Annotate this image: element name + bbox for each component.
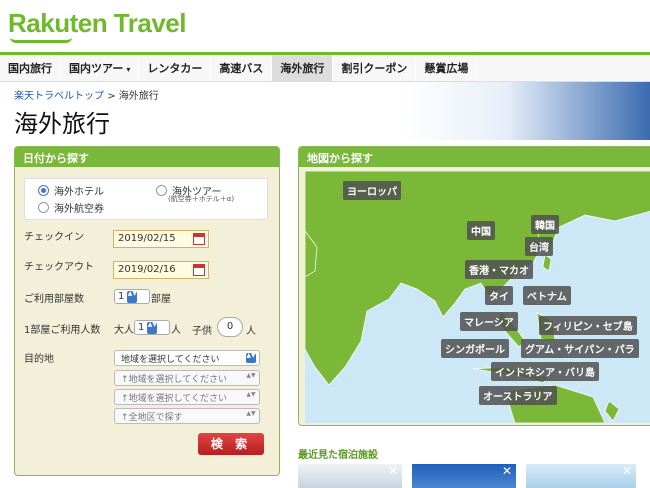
recent-hotel-thumb[interactable]: ✕ bbox=[412, 464, 516, 488]
map-label-australia[interactable]: オーストラリア bbox=[479, 386, 557, 405]
page-title: 海外旅行 bbox=[14, 110, 110, 138]
checkin-label: チェックイン bbox=[24, 232, 84, 243]
map-search-panel: 地図から探す ヨーロッパ 中国 韓国 台湾 香港・マカオ タイ ベトナム マレー… bbox=[298, 146, 650, 426]
radio-overseas-air[interactable]: 海外航空券 bbox=[38, 200, 104, 215]
breadcrumb: 楽天トラベルトップ > 海外旅行 bbox=[14, 87, 159, 102]
map-label-taiwan[interactable]: 台湾 bbox=[525, 237, 553, 256]
updown-arrow-icon: ▲▼ bbox=[246, 391, 256, 398]
nav-highway-bus[interactable]: 高速バス bbox=[211, 55, 273, 81]
map-label-philippines-cebu[interactable]: フィリピン・セブ島 bbox=[539, 316, 637, 335]
child-count-field[interactable]: 0 bbox=[217, 317, 243, 337]
guests-label: 1部屋ご利用人数 bbox=[24, 325, 101, 336]
updown-arrow-icon: ▲▼ bbox=[147, 321, 158, 334]
map-label-thailand[interactable]: タイ bbox=[485, 286, 513, 305]
calendar-icon[interactable] bbox=[193, 233, 205, 245]
rooms-select[interactable]: 1 ▲▼ bbox=[114, 289, 150, 304]
destination-select-1[interactable]: 地域を選択してください ▲▼ bbox=[114, 350, 260, 366]
adult-label: 大人 bbox=[114, 325, 134, 336]
rooms-label: ご利用部屋数 bbox=[24, 294, 84, 305]
map-label-china[interactable]: 中国 bbox=[467, 221, 495, 240]
nav-discount-coupon[interactable]: 割引クーポン bbox=[333, 55, 417, 81]
checkout-date-value: 2019/02/16 bbox=[118, 264, 176, 275]
search-button[interactable]: 検 索 bbox=[198, 433, 264, 455]
radio-overseas-hotel-label: 海外ホテル bbox=[54, 187, 104, 198]
date-search-title: 日付から探す bbox=[15, 147, 279, 167]
map-search-title: 地図から探す bbox=[299, 147, 650, 167]
nav-domestic-tour-label: 国内ツアー bbox=[69, 62, 124, 75]
radio-unselected-icon bbox=[38, 202, 49, 213]
adult-select[interactable]: 1 ▲▼ bbox=[134, 320, 170, 335]
nav-prize-square[interactable]: 懸賞広場 bbox=[416, 55, 478, 81]
destination-select-4-value: ↑全地区で探す bbox=[121, 413, 183, 423]
close-icon[interactable]: ✕ bbox=[622, 464, 632, 478]
nav-overseas-travel[interactable]: 海外旅行 bbox=[272, 55, 334, 81]
breadcrumb-separator: > bbox=[107, 91, 116, 102]
nav-rental-car[interactable]: レンタカー bbox=[139, 55, 212, 81]
updown-arrow-icon: ▲▼ bbox=[246, 372, 256, 379]
map-label-hongkong-macau[interactable]: 香港・マカオ bbox=[465, 260, 533, 279]
destination-select-3[interactable]: ↑地域を選択してください ▲▼ bbox=[114, 389, 260, 405]
destination-select-1-value: 地域を選択してください bbox=[121, 355, 220, 365]
checkout-label: チェックアウト bbox=[24, 262, 94, 273]
chevron-down-icon: ▾ bbox=[126, 65, 131, 74]
recent-hotel-thumb[interactable]: ✕ bbox=[526, 464, 636, 488]
destination-label: 目的地 bbox=[24, 354, 54, 365]
breadcrumb-current: 海外旅行 bbox=[118, 91, 159, 102]
map-label-guam-saipan-palau[interactable]: グアム・サイパン・パラ bbox=[521, 339, 639, 358]
destination-select-2-value: ↑地域を選択してください bbox=[121, 375, 228, 385]
rooms-unit: 部屋 bbox=[151, 294, 171, 305]
checkin-date-value: 2019/02/15 bbox=[118, 233, 176, 244]
map-label-indonesia-bali[interactable]: インドネシア・バリ島 bbox=[491, 362, 599, 381]
adult-unit: 人 bbox=[171, 325, 181, 336]
adult-value: 1 bbox=[138, 322, 145, 333]
rakuten-travel-logo[interactable]: Rakuten Travel bbox=[8, 8, 186, 39]
map-label-europe[interactable]: ヨーロッパ bbox=[343, 181, 401, 200]
calendar-icon[interactable] bbox=[193, 264, 205, 276]
main-nav: 国内旅行 国内ツアー ▾ レンタカー 高速バス 海外旅行 割引クーポン 懸賞広場 bbox=[0, 52, 650, 82]
destination-select-2[interactable]: ↑地域を選択してください ▲▼ bbox=[114, 370, 260, 386]
checkin-date-field[interactable]: 2019/02/15 bbox=[113, 230, 209, 248]
world-map[interactable]: ヨーロッパ 中国 韓国 台湾 香港・マカオ タイ ベトナム マレーシア フィリピ… bbox=[305, 171, 650, 423]
radio-selected-icon bbox=[38, 185, 49, 196]
logo-swoosh bbox=[10, 37, 72, 43]
updown-arrow-icon: ▲▼ bbox=[127, 290, 138, 303]
destination-select-3-value: ↑地域を選択してください bbox=[121, 394, 228, 404]
updown-arrow-icon: ▲▼ bbox=[246, 410, 256, 417]
map-label-korea[interactable]: 韓国 bbox=[531, 215, 559, 234]
close-icon[interactable]: ✕ bbox=[388, 464, 398, 478]
destination-select-4[interactable]: ↑全地区で探す ▲▼ bbox=[114, 408, 260, 424]
radio-overseas-hotel[interactable]: 海外ホテル bbox=[38, 183, 104, 198]
recently-viewed-title: 最近見た宿泊施設 bbox=[298, 450, 378, 461]
radio-unselected-icon bbox=[156, 185, 167, 196]
radio-overseas-air-label: 海外航空券 bbox=[54, 204, 104, 215]
map-label-malaysia[interactable]: マレーシア bbox=[460, 312, 518, 331]
nav-domestic-tour[interactable]: 国内ツアー ▾ bbox=[61, 55, 140, 81]
child-unit: 人 bbox=[246, 326, 256, 337]
map-label-vietnam[interactable]: ベトナム bbox=[523, 286, 571, 305]
rooms-value: 1 bbox=[118, 291, 125, 302]
child-label: 子供 bbox=[192, 326, 212, 337]
breadcrumb-home-link[interactable]: 楽天トラベルトップ bbox=[14, 91, 104, 102]
map-land-graphic bbox=[305, 171, 650, 423]
site-header: Rakuten Travel bbox=[0, 0, 650, 50]
nav-domestic-travel[interactable]: 国内旅行 bbox=[0, 55, 61, 81]
tour-note: (航空券＋ホテル＋α) bbox=[168, 195, 235, 203]
updown-arrow-icon: ▲▼ bbox=[246, 353, 256, 363]
map-label-singapore[interactable]: シンガポール bbox=[441, 339, 509, 358]
recent-hotel-thumb[interactable]: ✕ bbox=[298, 464, 402, 488]
checkout-date-field[interactable]: 2019/02/16 bbox=[113, 261, 209, 279]
close-icon[interactable]: ✕ bbox=[502, 464, 512, 478]
